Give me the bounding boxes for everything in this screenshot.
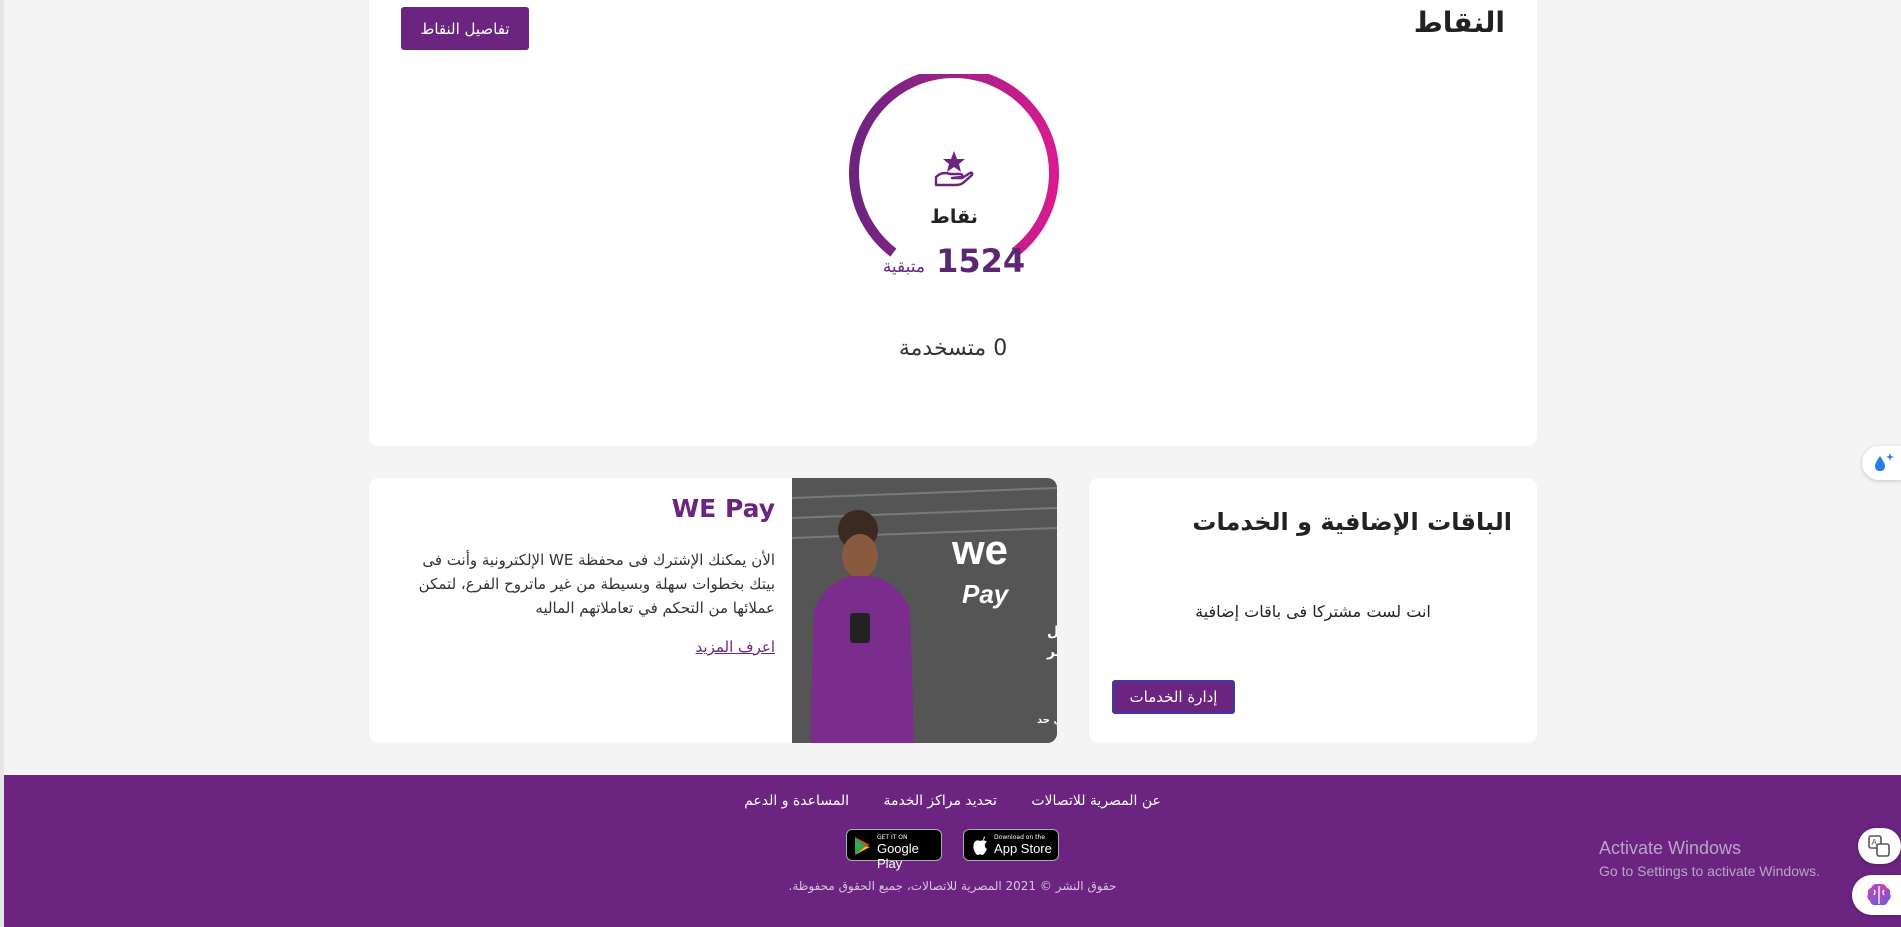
svg-text:وخدمات تانية كتير: وخدمات تانية كتير [1046, 644, 1057, 660]
points-card: النقاط تفاصيل النقاط نقاط 1524 متبقية 0 … [369, 0, 1537, 446]
brain-icon [1867, 883, 1891, 906]
points-title: النقاط [1413, 6, 1505, 39]
wepay-learn-more-link[interactable]: اعرف المزيد [696, 638, 775, 656]
water-drop-icon [1875, 453, 1894, 471]
translate-button[interactable]: A [1858, 828, 1901, 864]
star-hand-icon [932, 147, 976, 191]
wepay-title: WE Pay [671, 494, 775, 523]
points-remaining-value: 1524 [936, 242, 1026, 280]
points-remaining-label: متبقية [882, 257, 926, 277]
wepay-description: الأن يمكنك الإشترك فى محفظة WE الإلكترون… [418, 551, 775, 617]
app-store-big: App Store [994, 841, 1052, 856]
wepay-card: we Pay استـلام وتحويــل وخدمات تانية كتي… [369, 478, 1057, 743]
translate-icon: A [1868, 835, 1890, 857]
google-play-small: GET IT ON [876, 834, 908, 841]
svg-text:we: we [951, 526, 1008, 573]
google-play-badge[interactable]: GET IT ON Google Play [845, 829, 942, 871]
app-store-badge[interactable]: Download on the App Store [963, 829, 1060, 861]
points-gauge-label: نقاط [930, 206, 978, 228]
footer-link-about[interactable]: عن المصرية للاتصالات [1031, 793, 1161, 809]
services-title: الباقات الإضافية و الخدمات [1192, 508, 1512, 536]
wepay-promo-image: we Pay استـلام وتحويــل وخدمات تانية كتي… [791, 478, 1057, 743]
google-play-icon [854, 837, 870, 855]
services-card: الباقات الإضافية و الخدمات انت لست مشترك… [1089, 478, 1537, 743]
services-empty-message: انت لست مشتركا فى باقات إضافية [1195, 602, 1431, 621]
footer-link-service-centers[interactable]: تحديد مراكز الخدمة [883, 793, 996, 809]
svg-text:A: A [1872, 838, 1878, 847]
svg-text:استـلام وتحويــل: استـلام وتحويــل [1047, 624, 1057, 640]
brain-assistant-button[interactable] [1852, 875, 1901, 915]
points-remaining: 1524 متبقية [847, 242, 1061, 280]
google-play-big: Google Play [876, 841, 919, 871]
manage-services-button[interactable]: إدارة الخدمات [1112, 680, 1235, 714]
copyright: حقوق النشر © 2021 المصرية للاتصالات، جمي… [788, 879, 1117, 893]
footer-link-help[interactable]: المساعدة و الدعم [744, 793, 849, 809]
points-gauge: نقاط 1524 متبقية [847, 68, 1061, 288]
svg-text:Pay: Pay [962, 579, 1010, 609]
svg-text:قبل أي حد: قبل أي حد [1037, 713, 1057, 726]
activate-windows-watermark: Activate Windows Go to Settings to activ… [1599, 838, 1820, 879]
points-details-button[interactable]: تفاصيل النقاط [401, 7, 529, 50]
points-used: 0 متسخدمة [898, 336, 1008, 361]
activate-windows-title: Activate Windows [1599, 838, 1742, 858]
apple-icon [973, 836, 988, 855]
app-store-small: Download on the [994, 834, 1046, 841]
footer-links: عن المصرية للاتصالات تحديد مراكز الخدمة … [4, 793, 1901, 809]
activate-windows-subtitle: Go to Settings to activate Windows. [1599, 863, 1820, 879]
drop-sparkle-button[interactable] [1862, 446, 1901, 480]
